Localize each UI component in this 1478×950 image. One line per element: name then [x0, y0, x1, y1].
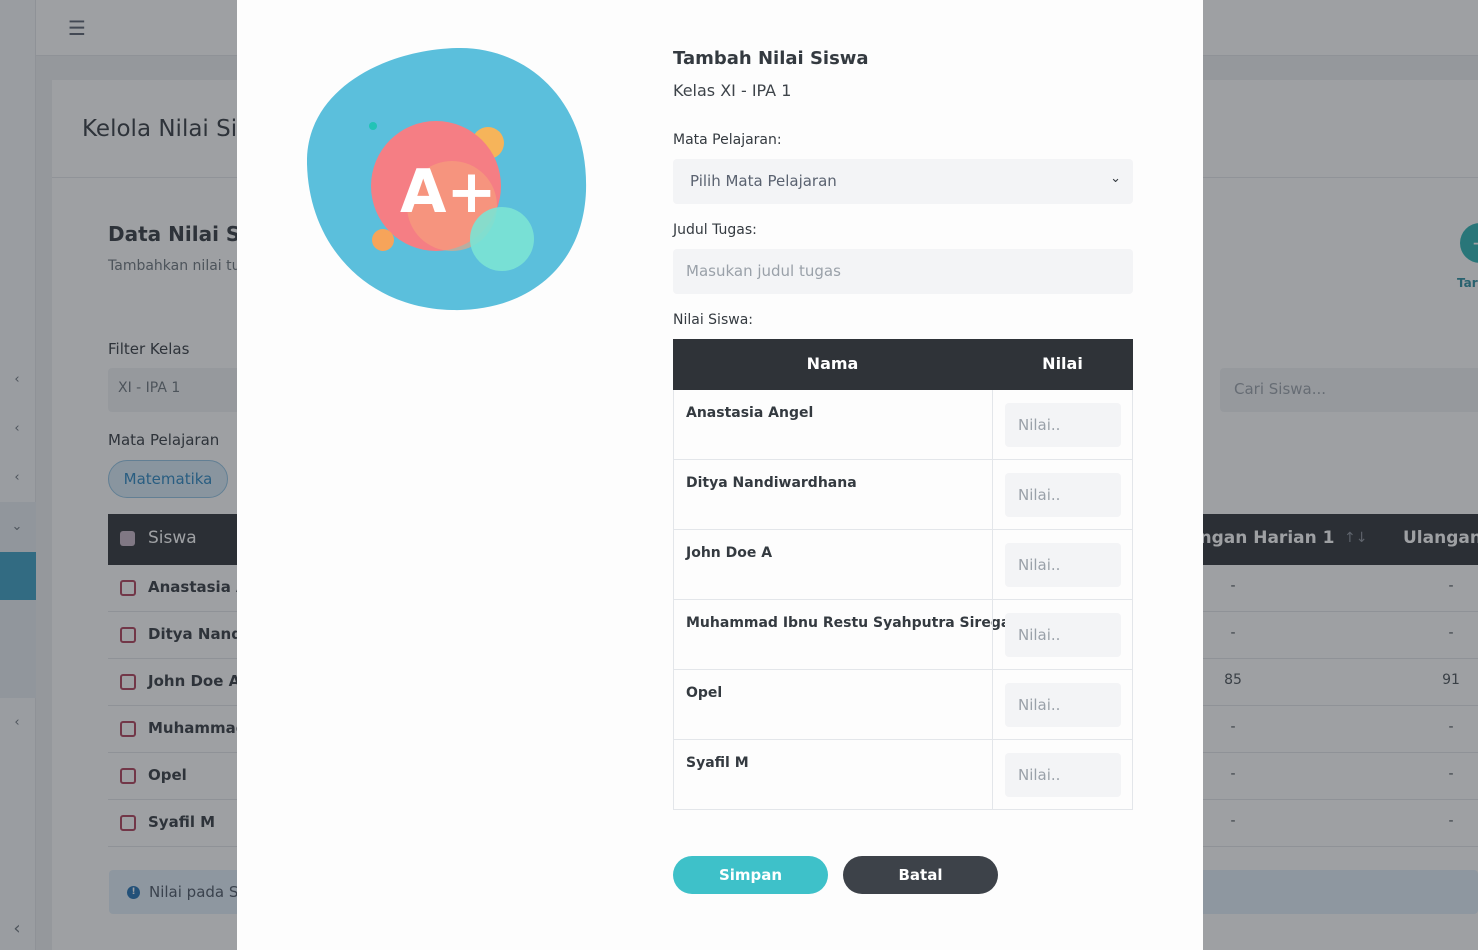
table-row: Opel Nilai..	[673, 670, 1133, 740]
nilai-input[interactable]: Nilai..	[1005, 683, 1121, 727]
illustration-small-orange-dot	[372, 229, 394, 251]
student-name: John Doe A	[686, 545, 773, 561]
column-divider	[992, 530, 993, 599]
nilai-input[interactable]: Nilai..	[1005, 753, 1121, 797]
nilai-input[interactable]: Nilai..	[1005, 543, 1121, 587]
column-divider	[992, 670, 993, 739]
chevron-down-icon: ⌄	[1110, 171, 1121, 186]
illustration-grade-text: A+	[400, 157, 497, 227]
modal-title: Tambah Nilai Siswa	[673, 48, 869, 69]
table-row: Muhammad Ibnu Restu Syahputra Siregar Ni…	[673, 600, 1133, 670]
column-divider	[992, 390, 993, 459]
column-divider	[992, 460, 993, 529]
student-name: Opel	[686, 685, 723, 701]
table-row: Syafil M Nilai..	[673, 740, 1133, 810]
nilai-input[interactable]: Nilai..	[1005, 403, 1121, 447]
col-header-nilai: Nilai	[1042, 354, 1083, 373]
mapel-field-label: Mata Pelajaran:	[673, 132, 782, 148]
tambah-nilai-modal: A+ Tambah Nilai Siswa Kelas XI - IPA 1 M…	[237, 0, 1203, 950]
nilai-siswa-label: Nilai Siswa:	[673, 312, 753, 328]
nilai-table-header: Nama Nilai	[673, 339, 1133, 390]
student-name: Muhammad Ibnu Restu Syahputra Siregar	[686, 615, 1018, 631]
col-header-nama: Nama	[806, 354, 859, 373]
modal-subtitle: Kelas XI - IPA 1	[673, 81, 792, 100]
table-row: Anastasia Angel Nilai..	[673, 390, 1133, 460]
student-name: Ditya Nandiwardhana	[686, 475, 857, 491]
table-row: Ditya Nandiwardhana Nilai..	[673, 460, 1133, 530]
batal-button[interactable]: Batal	[843, 856, 998, 894]
illustration-teal-dot	[369, 122, 377, 130]
judul-tugas-input[interactable]: Masukan judul tugas	[673, 249, 1133, 294]
column-divider	[992, 740, 993, 809]
nilai-input[interactable]: Nilai..	[1005, 613, 1121, 657]
student-name: Anastasia Angel	[686, 405, 814, 421]
judul-field-label: Judul Tugas:	[673, 222, 757, 238]
simpan-button[interactable]: Simpan	[673, 856, 828, 894]
student-name: Syafil M	[686, 755, 749, 771]
grade-a-plus-illustration: A+	[307, 47, 587, 311]
mapel-select[interactable]: Pilih Mata Pelajaran ⌄	[673, 159, 1133, 204]
nilai-table: Nama Nilai Anastasia Angel Nilai.. Ditya…	[673, 339, 1133, 810]
table-row: John Doe A Nilai..	[673, 530, 1133, 600]
mapel-select-value: Pilih Mata Pelajaran	[690, 172, 837, 190]
nilai-input[interactable]: Nilai..	[1005, 473, 1121, 517]
column-divider	[992, 600, 993, 669]
